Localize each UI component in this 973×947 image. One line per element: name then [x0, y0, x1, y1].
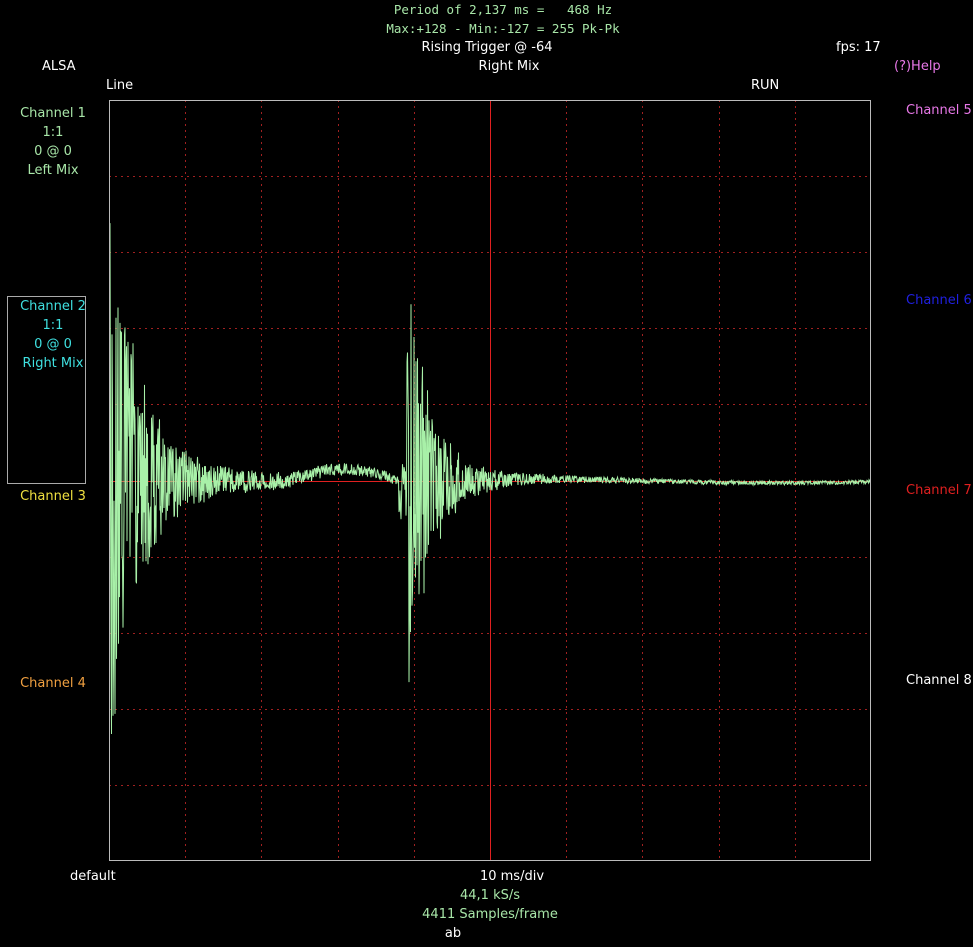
- channel-6-label[interactable]: Channel 6: [906, 293, 972, 309]
- channel-1-scale: 1:1: [42, 125, 64, 140]
- channel-1-source: Left Mix: [27, 163, 79, 178]
- channel-1-panel[interactable]: Channel 1 1:1 0 @ 0 Left Mix: [8, 104, 98, 180]
- fps-readout: fps: 17: [836, 40, 881, 55]
- channel-3-name: Channel 3: [20, 489, 86, 504]
- source-label[interactable]: ALSA: [42, 59, 76, 75]
- channel-3-panel[interactable]: Channel 3: [8, 487, 98, 506]
- sample-rate-label: 44,1 kS/s: [459, 888, 521, 903]
- input-line-label[interactable]: Line: [106, 78, 133, 94]
- channel-7-label[interactable]: Channel 7: [906, 483, 972, 499]
- channel-2-panel[interactable]: Channel 2 1:1 0 @ 0 Right Mix: [8, 297, 98, 373]
- timebase-label[interactable]: 10 ms/div: [480, 869, 544, 885]
- min-max-readout: Max:+128 - Min:-127 = 255 Pk-Pk: [386, 21, 620, 36]
- trigger-channel-label[interactable]: Right Mix: [479, 59, 540, 75]
- samples-frame-label: 4411 Samples/frame: [422, 907, 558, 922]
- help-link[interactable]: (?)Help: [894, 59, 941, 75]
- mode-label[interactable]: ab: [445, 926, 461, 942]
- channel-1-offset: 0 @ 0: [34, 144, 72, 159]
- channel-2-source: Right Mix: [22, 356, 84, 371]
- run-state-button[interactable]: RUN: [751, 78, 779, 94]
- trigger-label[interactable]: Rising Trigger @ -64: [422, 40, 553, 56]
- default-label[interactable]: default: [70, 869, 116, 885]
- channel-4-panel[interactable]: Channel 4: [8, 674, 98, 693]
- channel-8-label[interactable]: Channel 8: [906, 673, 972, 689]
- channel-4-name: Channel 4: [20, 676, 86, 691]
- channel-1-name: Channel 1: [20, 106, 86, 121]
- help-text: (?)Help: [894, 59, 941, 74]
- channel-2-scale: 1:1: [42, 318, 64, 333]
- scope-display[interactable]: [109, 100, 871, 861]
- channel-2-offset: 0 @ 0: [34, 337, 72, 352]
- channel-2-name: Channel 2: [20, 299, 86, 314]
- period-readout: Period of 2,137 ms = 468 Hz: [393, 2, 613, 17]
- channel-5-label[interactable]: Channel 5: [906, 103, 972, 119]
